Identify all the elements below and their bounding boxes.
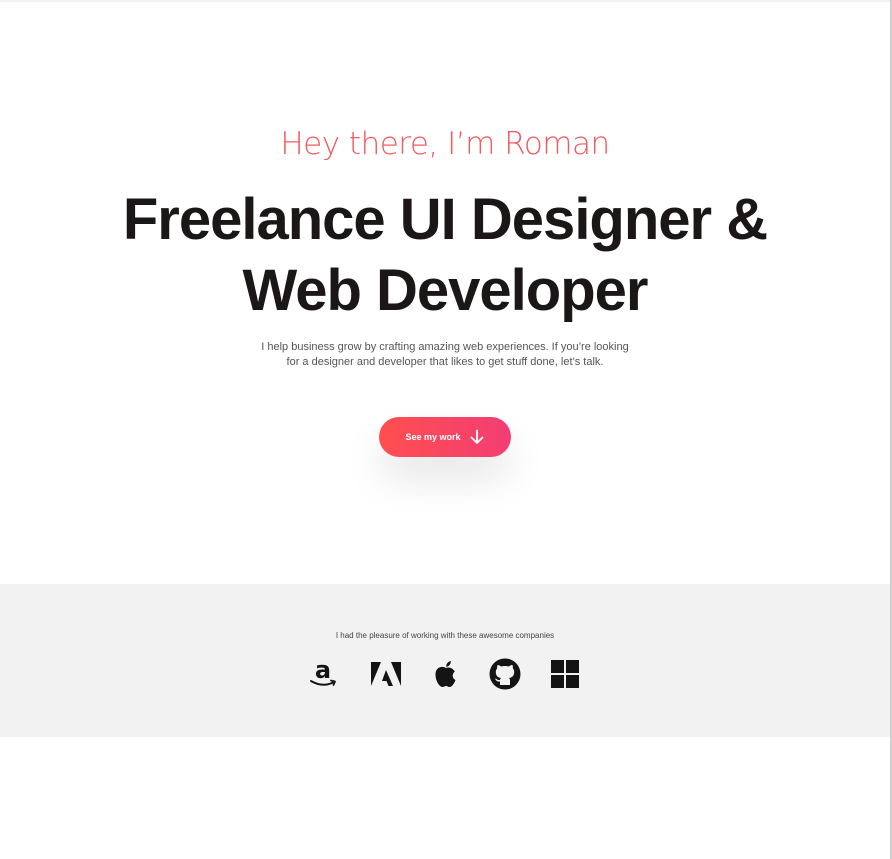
adobe-logo-icon bbox=[369, 657, 403, 691]
company-logos: a bbox=[306, 657, 586, 691]
microsoft-logo-icon bbox=[548, 657, 582, 691]
see-my-work-button[interactable]: See my work bbox=[379, 417, 511, 457]
headline-line-2: Web Developer bbox=[242, 258, 649, 323]
hero-greeting: Hey there, I’m Roman bbox=[280, 126, 610, 162]
companies-caption: I had the pleasure of working with these… bbox=[335, 631, 555, 640]
companies-section: I had the pleasure of working with these… bbox=[0, 584, 890, 737]
arrow-down-icon bbox=[469, 429, 485, 445]
hero-intro: I help business grow by crafting amazing… bbox=[245, 340, 645, 370]
intro-line-1: I help business grow by crafting amazing… bbox=[261, 341, 629, 353]
amazon-logo-icon: a bbox=[306, 657, 340, 691]
github-logo-icon bbox=[488, 657, 522, 691]
apple-logo-icon bbox=[429, 657, 463, 691]
svg-text:a: a bbox=[315, 657, 331, 684]
hero-headline: Freelance UI Designer & Web Developer bbox=[0, 184, 890, 326]
headline-line-1: Freelance UI Designer & bbox=[122, 187, 768, 252]
page: Hey there, I’m Roman Freelance UI Design… bbox=[0, 0, 892, 859]
intro-line-2: for a designer and developer that likes … bbox=[286, 356, 604, 368]
top-divider bbox=[0, 0, 892, 2]
see-my-work-label: See my work bbox=[405, 432, 461, 442]
